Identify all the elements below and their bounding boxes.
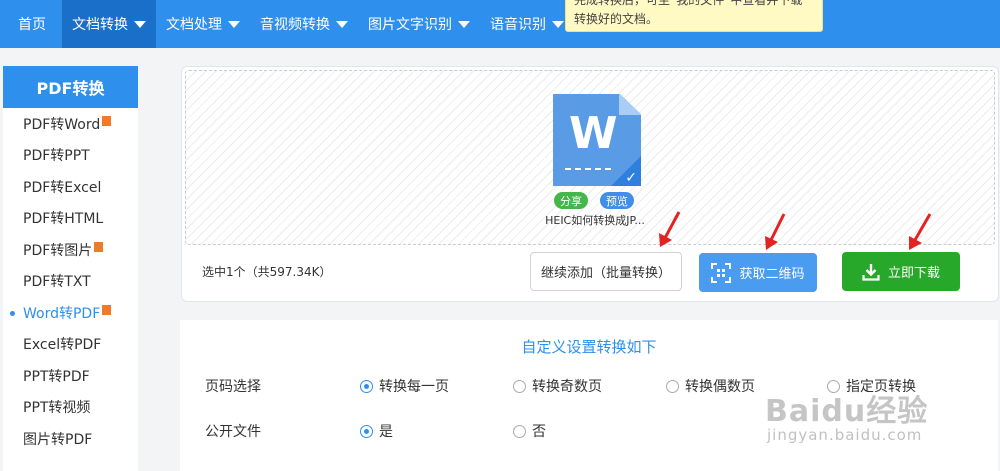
sidebar-item-image-to-pdf[interactable]: 图片转PDF <box>3 423 138 455</box>
qrcode-icon <box>711 262 732 283</box>
download-button-label: 立即下载 <box>887 266 940 281</box>
bookmark-icon <box>102 304 112 315</box>
sidebar-item-word-to-pdf[interactable]: Word转PDF <box>3 297 138 329</box>
sidebar-item-excel-to-pdf[interactable]: Excel转PDF <box>3 329 138 361</box>
sidebar-item-pdf-to-ppt[interactable]: PDF转PPT <box>3 140 138 172</box>
share-button[interactable]: 分享 <box>554 192 588 209</box>
bookmark-icon <box>102 115 112 126</box>
sidebar-item-label: Excel转PDF <box>23 337 102 354</box>
sidebar-item-pdf-to-image[interactable]: PDF转图片 <box>3 234 138 266</box>
sidebar-item-label: PDF转Word <box>23 116 101 133</box>
nav-item-doc-convert[interactable]: 文档转换 <box>62 0 156 48</box>
public-file-label: 公开文件 <box>205 424 261 440</box>
radio-button[interactable] <box>360 424 373 438</box>
sidebar-item-label: PPT转PDF <box>23 368 90 385</box>
nav-item-ocr[interactable]: 图片文字识别 <box>358 0 480 48</box>
sidebar-item-label: PPT转视频 <box>23 400 91 417</box>
nav-item-label: 图片文字识别 <box>368 17 452 33</box>
page-selection-label: 页码选择 <box>205 379 261 395</box>
sidebar-item-ppt-to-pdf[interactable]: PPT转PDF <box>3 360 138 392</box>
download-button[interactable]: 立即下载 <box>842 252 960 291</box>
sidebar-item-label: Word转PDF <box>23 305 101 322</box>
option-label: 否 <box>532 424 546 440</box>
file-name: HEIC如何转换成JP... <box>545 214 645 227</box>
sidebar: PDF转换 PDF转Word PDF转PPT PDF转Excel PDF转HTM… <box>3 66 138 471</box>
sidebar-item-label: PDF转Excel <box>23 179 102 196</box>
sidebar-title: PDF转换 <box>3 66 138 108</box>
caret-down-icon <box>552 20 564 28</box>
tooltip-line: 转换好的文档。 <box>574 12 659 26</box>
page-option-even[interactable]: 转换偶数页 <box>666 376 755 396</box>
option-label: 转换每一页 <box>379 379 449 395</box>
radio-button[interactable] <box>666 379 679 393</box>
sidebar-item-ppt-to-video[interactable]: PPT转视频 <box>3 392 138 424</box>
file-card[interactable]: W ✓ 分享 预览 HEIC如何转换成JP... <box>540 91 650 231</box>
nav-item-av-convert[interactable]: 音视频转换 <box>250 0 358 48</box>
get-qrcode-button[interactable]: 获取二维码 <box>699 253 817 292</box>
watermark-url: jingyan.baidu.com <box>767 426 923 444</box>
sidebar-item-pdf-to-txt[interactable]: PDF转TXT <box>3 266 138 298</box>
sidebar-item-pdf-to-excel[interactable]: PDF转Excel <box>3 171 138 203</box>
nav-item-label: 文档处理 <box>166 17 222 33</box>
nav-item-label: 语音识别 <box>490 17 546 33</box>
qr-button-label: 获取二维码 <box>739 267 805 282</box>
option-label: 是 <box>379 424 393 440</box>
check-icon: ✓ <box>611 156 641 186</box>
download-icon <box>862 263 880 281</box>
active-dot-icon <box>10 311 15 316</box>
public-option-yes[interactable]: 是 <box>360 421 393 441</box>
public-option-no[interactable]: 否 <box>513 421 546 441</box>
add-more-button[interactable]: 继续添加（批量转换） <box>530 252 682 291</box>
sidebar-item-pdf-to-word[interactable]: PDF转Word <box>3 108 138 140</box>
caret-down-icon <box>228 20 240 28</box>
watermark-logo: Baidu经验 <box>765 394 929 429</box>
dashed-line <box>565 168 611 170</box>
page-option-every[interactable]: 转换每一页 <box>360 376 449 396</box>
top-nav: 首页 文档转换 文档处理 音视频转换 图片文字识别 语音识别 <box>0 0 1000 48</box>
settings-title: 自定义设置转换如下 <box>521 338 657 356</box>
tooltip-line: 完成转换后，可至“我的文件”中查看并下载 <box>574 0 803 7</box>
selection-info: 选中1个（共597.34K） <box>202 265 332 279</box>
page-option-odd[interactable]: 转换奇数页 <box>513 376 602 396</box>
caret-down-icon <box>458 20 470 28</box>
nav-item-label: 文档转换 <box>72 17 128 33</box>
radio-button[interactable] <box>513 379 526 393</box>
radio-button[interactable] <box>513 424 526 438</box>
bookmark-icon <box>94 241 104 252</box>
sidebar-item-label: PDF转图片 <box>23 242 93 259</box>
sidebar-item-pdf-to-html[interactable]: PDF转HTML <box>3 203 138 235</box>
doc-letter: W <box>569 108 618 159</box>
caret-down-icon <box>134 20 146 28</box>
radio-button[interactable] <box>360 379 373 393</box>
page-fold <box>619 94 641 115</box>
nav-item-speech[interactable]: 语音识别 <box>480 0 574 48</box>
preview-button[interactable]: 预览 <box>600 192 634 209</box>
option-label: 转换偶数页 <box>685 379 755 395</box>
nav-item-doc-process[interactable]: 文档处理 <box>156 0 250 48</box>
nav-item-label: 首页 <box>18 17 46 33</box>
word-doc-icon: W ✓ <box>553 94 641 186</box>
sidebar-item-label: PDF转TXT <box>23 274 91 291</box>
baidu-watermark: Baidu经验 jingyan.baidu.com <box>765 386 995 456</box>
caret-down-icon <box>336 20 348 28</box>
nav-item-label: 音视频转换 <box>260 17 330 33</box>
upload-panel: W ✓ 分享 预览 HEIC如何转换成JP... 选中1个（共597.34K） … <box>181 66 999 302</box>
sidebar-item-label: PDF转HTML <box>23 211 104 228</box>
sidebar-item-label: 图片转PDF <box>23 431 93 448</box>
nav-item-home[interactable]: 首页 <box>0 0 62 48</box>
tooltip: 完成转换后，可至“我的文件”中查看并下载 转换好的文档。 <box>565 0 823 32</box>
file-dropzone[interactable]: W ✓ 分享 预览 HEIC如何转换成JP... <box>185 70 995 245</box>
sidebar-item-label: PDF转PPT <box>23 148 90 165</box>
option-label: 转换奇数页 <box>532 379 602 395</box>
